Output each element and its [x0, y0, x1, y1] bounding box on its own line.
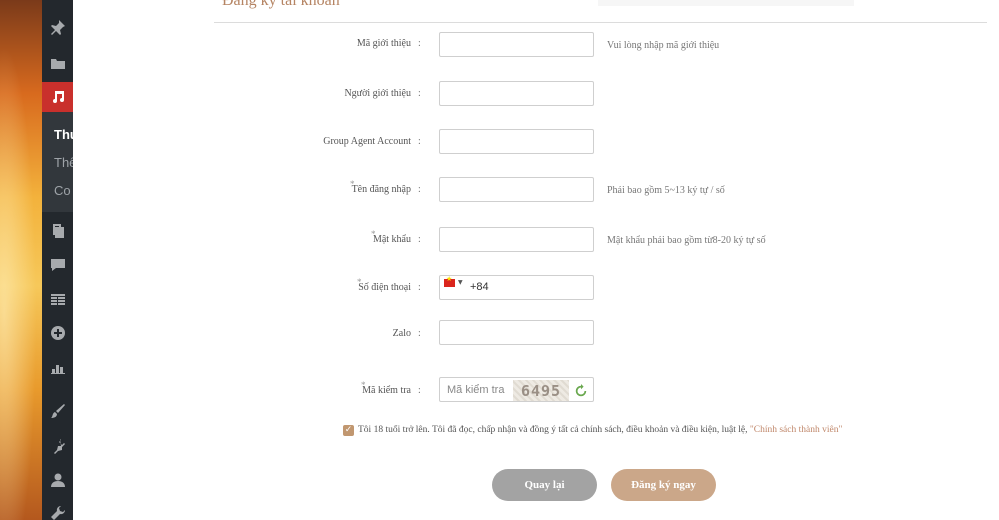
pin-icon[interactable]	[42, 14, 73, 40]
agreement-statement: Tôi 18 tuổi trở lên. Tôi đã đọc, chấp nh…	[358, 425, 750, 435]
plus-circle-icon[interactable]	[42, 320, 73, 346]
username-hint: Phải bao gồm 5~13 ký tự / số	[607, 185, 725, 196]
zalo-label: Zalo	[392, 328, 411, 339]
page-title: Đăng ký tài khoản	[222, 0, 340, 9]
chevron-down-icon[interactable]: ▼	[458, 279, 463, 286]
referral-code-hint: Vui lòng nhập mã giới thiệu	[607, 40, 720, 51]
captcha-placeholder: Mã kiểm tra	[447, 384, 505, 396]
comment-icon[interactable]	[42, 252, 73, 278]
captcha-image: 6495	[513, 380, 569, 401]
colon: :	[418, 328, 421, 339]
admin-sidebar: Thư Thể Co	[42, 0, 73, 520]
wrench-icon[interactable]	[42, 500, 73, 520]
sidebar-submenu-item[interactable]: Co	[54, 183, 73, 198]
agreement-text: Tôi 18 tuổi trở lên. Tôi đã đọc, chấp nh…	[358, 425, 842, 435]
phone-label: Số điện thoại	[358, 282, 411, 293]
colon: :	[418, 136, 421, 147]
password-label: Mật khẩu	[372, 234, 411, 245]
table-icon[interactable]	[42, 286, 73, 312]
referrer-input[interactable]	[439, 81, 594, 106]
agreement-checkbox[interactable]: ✓	[343, 425, 354, 436]
music-icon[interactable]	[42, 84, 73, 110]
colon: :	[418, 38, 421, 49]
colon: :	[418, 282, 421, 293]
sidebar-submenu-item[interactable]: Thể	[54, 155, 73, 170]
folder-icon[interactable]	[42, 50, 73, 76]
plugin-icon[interactable]	[42, 433, 73, 459]
group-agent-input[interactable]	[439, 129, 594, 154]
background-sunset-image	[0, 0, 42, 520]
pages-icon[interactable]	[42, 218, 73, 244]
page-root: Thư Thể Co Đăng ký tài khoản	[0, 0, 999, 520]
vietnam-flag-icon[interactable]	[444, 275, 455, 287]
register-button[interactable]: Đăng ký ngay	[611, 469, 716, 501]
back-button[interactable]: Quay lại	[492, 469, 597, 501]
password-hint: Mật khẩu phải bao gồm từ8-20 ký tự số	[607, 235, 766, 246]
colon: :	[418, 184, 421, 195]
zalo-input[interactable]	[439, 320, 594, 345]
chart-icon[interactable]	[42, 354, 73, 380]
username-label: Tên đăng nhập	[351, 184, 411, 195]
title-divider	[214, 22, 987, 23]
user-icon[interactable]	[42, 467, 73, 493]
member-policy-link[interactable]: "Chính sách thành viên"	[750, 425, 842, 435]
refresh-icon[interactable]	[574, 384, 588, 398]
referral-code-input[interactable]	[439, 32, 594, 57]
sidebar-submenu-item[interactable]: Thư	[54, 127, 73, 142]
phone-country-code: +84	[470, 281, 489, 293]
referral-code-label: Mã giới thiệu	[356, 38, 411, 49]
colon: :	[418, 88, 421, 99]
referrer-label: Người giới thiệu	[344, 88, 411, 99]
password-input[interactable]	[439, 227, 594, 252]
colon: :	[418, 234, 421, 245]
brush-icon[interactable]	[42, 398, 73, 424]
colon: :	[418, 385, 421, 396]
header-decoration	[598, 0, 854, 6]
group-agent-label: Group Agent Account	[323, 136, 411, 147]
captcha-label: Mã kiểm tra	[362, 385, 411, 396]
username-input[interactable]	[439, 177, 594, 202]
